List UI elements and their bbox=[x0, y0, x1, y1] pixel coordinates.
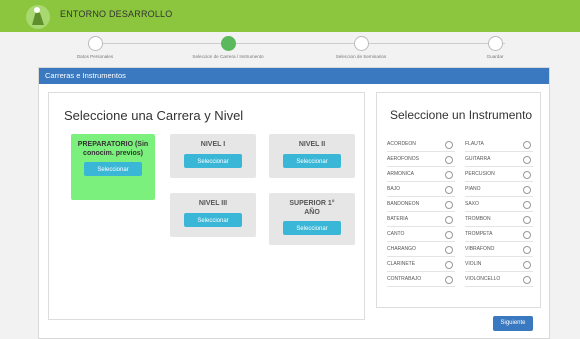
instrument-label: FLAUTA bbox=[465, 141, 484, 147]
radio-icon[interactable] bbox=[445, 246, 453, 254]
radio-icon[interactable] bbox=[523, 276, 531, 284]
step-guardar[interactable]: Guardar bbox=[440, 36, 550, 59]
radio-icon[interactable] bbox=[445, 186, 453, 194]
radio-icon[interactable] bbox=[445, 141, 453, 149]
instrument-option-percusion[interactable]: PERCUSION bbox=[465, 168, 533, 182]
instrument-section-title: Seleccione un Instrumento bbox=[390, 108, 533, 122]
instrument-label: VIOLONCELLO bbox=[465, 276, 501, 282]
career-card-title: PREPARATORIO (Sin conocim. previos) bbox=[77, 141, 149, 157]
career-section: Seleccione una Carrera y Nivel PREPARATO… bbox=[48, 92, 365, 320]
instrument-label: AEROFONOS bbox=[387, 156, 419, 162]
instrument-option-vibrafono[interactable]: VIBRAFONO bbox=[465, 243, 533, 257]
radio-icon[interactable] bbox=[445, 276, 453, 284]
career-card-title: NIVEL II bbox=[298, 141, 326, 148]
instrument-option-piano[interactable]: PIANO bbox=[465, 183, 533, 197]
step-circle-active bbox=[220, 36, 236, 51]
radio-icon[interactable] bbox=[523, 201, 531, 209]
radio-icon[interactable] bbox=[523, 186, 531, 194]
select-nivel-2-button[interactable]: Seleccionar bbox=[283, 153, 341, 168]
radio-icon[interactable] bbox=[445, 216, 453, 224]
step-label: Seleccion de Carrera / Instrumento bbox=[192, 54, 264, 59]
instrument-label: PERCUSION bbox=[465, 171, 495, 177]
app-logo-icon bbox=[26, 5, 50, 29]
instrument-label: CONTRABAJO bbox=[387, 276, 422, 282]
instrument-label: BATERIA bbox=[387, 216, 409, 222]
career-card-title: NIVEL I bbox=[200, 141, 226, 148]
select-nivel-3-button[interactable]: Seleccionar bbox=[184, 212, 242, 227]
instrument-option-trompeta[interactable]: TROMPETA bbox=[465, 228, 533, 242]
instrument-label: CANTO bbox=[387, 231, 405, 237]
instrument-label: BAJO bbox=[387, 186, 401, 192]
instrument-option-canto[interactable]: CANTO bbox=[387, 228, 455, 242]
radio-icon[interactable] bbox=[523, 171, 531, 179]
instrument-label: ARMONICA bbox=[387, 171, 414, 177]
radio-icon[interactable] bbox=[445, 156, 453, 164]
instrument-option-violoncello[interactable]: VIOLONCELLO bbox=[465, 273, 533, 287]
step-datos-personales[interactable]: Datos Personales bbox=[40, 36, 150, 59]
instrument-option-aerofonos[interactable]: AEROFONOS bbox=[387, 153, 455, 167]
instrument-label: SAXO bbox=[465, 201, 479, 207]
panel-header: Carreras e Instrumentos bbox=[39, 68, 549, 84]
career-card-title: NIVEL III bbox=[198, 200, 228, 207]
app-title: ENTORNO DESARROLLO bbox=[60, 9, 173, 19]
radio-icon[interactable] bbox=[523, 261, 531, 269]
step-seleccion-seminarios[interactable]: Seleccion de Seminarios bbox=[306, 36, 416, 59]
career-card-title: SUPERIOR 1° AÑO bbox=[289, 200, 335, 216]
instrument-option-bateria[interactable]: BATERIA bbox=[387, 213, 455, 227]
instrument-option-clarinete[interactable]: CLARINETE bbox=[387, 258, 455, 272]
instrument-label: PIANO bbox=[465, 186, 481, 192]
radio-icon[interactable] bbox=[523, 156, 531, 164]
career-card-preparatorio[interactable]: PREPARATORIO (Sin conocim. previos) Sele… bbox=[71, 134, 155, 200]
instrument-label: VIBRAFONO bbox=[465, 246, 495, 252]
instrument-label: TROMPETA bbox=[465, 231, 493, 237]
select-superior-1-button[interactable]: Seleccionar bbox=[283, 221, 341, 235]
instrument-label: ACORDEON bbox=[387, 141, 416, 147]
next-button[interactable]: Siguiente bbox=[493, 316, 533, 331]
progress-stepper: Datos Personales Seleccion de Carrera / … bbox=[40, 34, 560, 64]
select-nivel-1-button[interactable]: Seleccionar bbox=[184, 153, 242, 168]
instrument-option-trombon[interactable]: TROMBON bbox=[465, 213, 533, 227]
instrument-option-contrabajo[interactable]: CONTRABAJO bbox=[387, 273, 455, 287]
career-card-superior-1[interactable]: SUPERIOR 1° AÑO Seleccionar bbox=[269, 193, 355, 245]
instrument-option-flauta[interactable]: FLAUTA bbox=[465, 138, 533, 152]
step-circle bbox=[353, 36, 369, 51]
instrument-label: VIOLIN bbox=[465, 261, 482, 267]
instrument-option-guitarra[interactable]: GUITARRA bbox=[465, 153, 533, 167]
radio-icon[interactable] bbox=[445, 261, 453, 269]
instrument-option-saxo[interactable]: SAXO bbox=[465, 198, 533, 212]
instrument-label: CLARINETE bbox=[387, 261, 416, 267]
instrument-option-charango[interactable]: CHARANGO bbox=[387, 243, 455, 257]
instrument-section: Seleccione un Instrumento ACORDEON AEROF… bbox=[376, 92, 541, 308]
instrument-label: TROMBON bbox=[465, 216, 491, 222]
instrument-option-bandoneon[interactable]: BANDONEON bbox=[387, 198, 455, 212]
instrument-option-armonica[interactable]: ARMONICA bbox=[387, 168, 455, 182]
career-card-nivel-3[interactable]: NIVEL III Seleccionar bbox=[170, 193, 256, 237]
instrument-label: CHARANGO bbox=[387, 246, 416, 252]
instrument-option-violin[interactable]: VIOLIN bbox=[465, 258, 533, 272]
step-circle bbox=[87, 36, 103, 51]
radio-icon[interactable] bbox=[523, 231, 531, 239]
radio-icon[interactable] bbox=[445, 231, 453, 239]
radio-icon[interactable] bbox=[523, 141, 531, 149]
step-label: Seleccion de Seminarios bbox=[335, 54, 387, 59]
instrument-label: GUITARRA bbox=[465, 156, 491, 162]
step-circle bbox=[487, 36, 503, 51]
instrument-option-acordeon[interactable]: ACORDEON bbox=[387, 138, 455, 152]
career-card-nivel-1[interactable]: NIVEL I Seleccionar bbox=[170, 134, 256, 178]
select-preparatorio-button[interactable]: Seleccionar bbox=[84, 162, 142, 176]
career-card-nivel-2[interactable]: NIVEL II Seleccionar bbox=[269, 134, 355, 178]
instrument-option-bajo[interactable]: BAJO bbox=[387, 183, 455, 197]
step-label: Datos Personales bbox=[76, 54, 114, 59]
radio-icon[interactable] bbox=[445, 201, 453, 209]
radio-icon[interactable] bbox=[523, 216, 531, 224]
step-seleccion-carrera[interactable]: Seleccion de Carrera / Instrumento bbox=[173, 36, 283, 59]
radio-icon[interactable] bbox=[523, 246, 531, 254]
career-section-title: Seleccione una Carrera y Nivel bbox=[64, 108, 244, 123]
radio-icon[interactable] bbox=[445, 171, 453, 179]
instrument-label: BANDONEON bbox=[387, 201, 420, 207]
top-bar: ENTORNO DESARROLLO bbox=[0, 0, 580, 32]
step-label: Guardar bbox=[486, 54, 504, 59]
